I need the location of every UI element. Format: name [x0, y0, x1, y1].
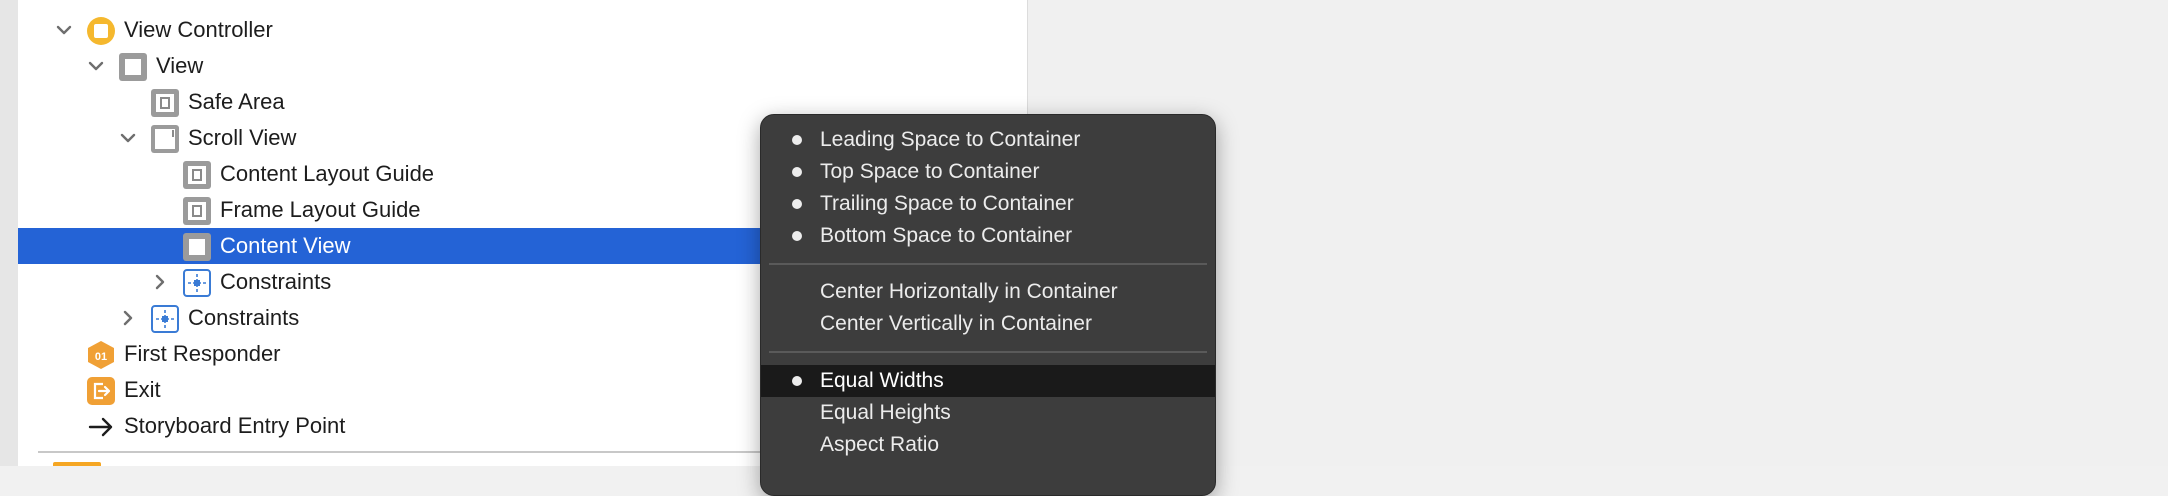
menu-item-label: Center Vertically in Container [820, 312, 1092, 335]
view-icon [118, 52, 148, 82]
view-controller-icon [86, 16, 116, 46]
menu-item-label: Aspect Ratio [820, 433, 940, 456]
outline-row-label: First Responder [124, 341, 281, 366]
constraints-icon [150, 304, 180, 334]
left-gutter [0, 0, 18, 466]
bullet-icon [792, 167, 802, 177]
exit-icon [86, 376, 116, 406]
constraint-context-menu: Leading Space to Container Top Space to … [760, 114, 1216, 496]
layout-guide-icon [182, 196, 212, 226]
outline-row-view-controller[interactable]: View Controller [18, 12, 1028, 48]
chevron-down-icon[interactable] [52, 18, 76, 42]
bullet-icon [792, 376, 802, 386]
scroll-view-icon [150, 124, 180, 154]
menu-item-equal-heights[interactable]: Equal Heights [761, 397, 1215, 429]
menu-item-label: Trailing Space to Container [820, 192, 1074, 215]
menu-item-label: Equal Heights [820, 401, 951, 424]
outline-row-label: View [156, 53, 204, 78]
arrow-right-icon [86, 412, 116, 442]
outline-row-label: Content Layout Guide [220, 161, 435, 186]
menu-item-label: Top Space to Container [820, 160, 1040, 183]
menu-item-top-space[interactable]: Top Space to Container [761, 156, 1215, 188]
layout-guide-icon [150, 88, 180, 118]
outline-row-view[interactable]: View [18, 48, 1028, 84]
menu-item-bottom-space[interactable]: Bottom Space to Container [761, 220, 1215, 252]
menu-item-label: Bottom Space to Container [820, 224, 1073, 247]
menu-item-center-horizontally[interactable]: Center Horizontally in Container [761, 276, 1215, 308]
scene-icon [53, 462, 101, 466]
menu-item-label: Leading Space to Container [820, 128, 1081, 151]
menu-item-label: Center Horizontally in Container [820, 280, 1118, 303]
chevron-down-icon[interactable] [84, 54, 108, 78]
scene-divider [38, 451, 780, 453]
outline-row-label: Content View [220, 233, 351, 258]
layout-guide-icon [182, 160, 212, 190]
constraints-icon [182, 268, 212, 298]
menu-item-label: Equal Widths [820, 369, 944, 392]
chevron-right-icon[interactable] [148, 270, 172, 294]
menu-item-leading-space[interactable]: Leading Space to Container [761, 124, 1215, 156]
first-responder-icon: 01 [86, 340, 116, 370]
outline-row-label: Scroll View [188, 125, 297, 150]
menu-separator [769, 263, 1207, 265]
outline-row-label: Storyboard Entry Point [124, 413, 346, 438]
svg-text:01: 01 [95, 351, 107, 363]
outline-row-label: Constraints [188, 305, 300, 330]
outline-row-label: View Controller [124, 17, 273, 42]
menu-item-equal-widths[interactable]: Equal Widths [761, 365, 1215, 397]
view-icon [182, 232, 212, 262]
chevron-right-icon[interactable] [116, 306, 140, 330]
outline-row-label: Constraints [220, 269, 332, 294]
bullet-icon [792, 135, 802, 145]
bullet-icon [792, 199, 802, 209]
menu-item-aspect-ratio[interactable]: Aspect Ratio [761, 429, 1215, 461]
outline-row-label: Frame Layout Guide [220, 197, 421, 222]
chevron-down-icon[interactable] [116, 126, 140, 150]
menu-separator [769, 351, 1207, 353]
bullet-icon [792, 231, 802, 241]
menu-item-center-vertically[interactable]: Center Vertically in Container [761, 308, 1215, 340]
menu-item-trailing-space[interactable]: Trailing Space to Container [761, 188, 1215, 220]
outline-row-label: Exit [124, 377, 161, 402]
outline-row-label: Safe Area [188, 89, 285, 114]
